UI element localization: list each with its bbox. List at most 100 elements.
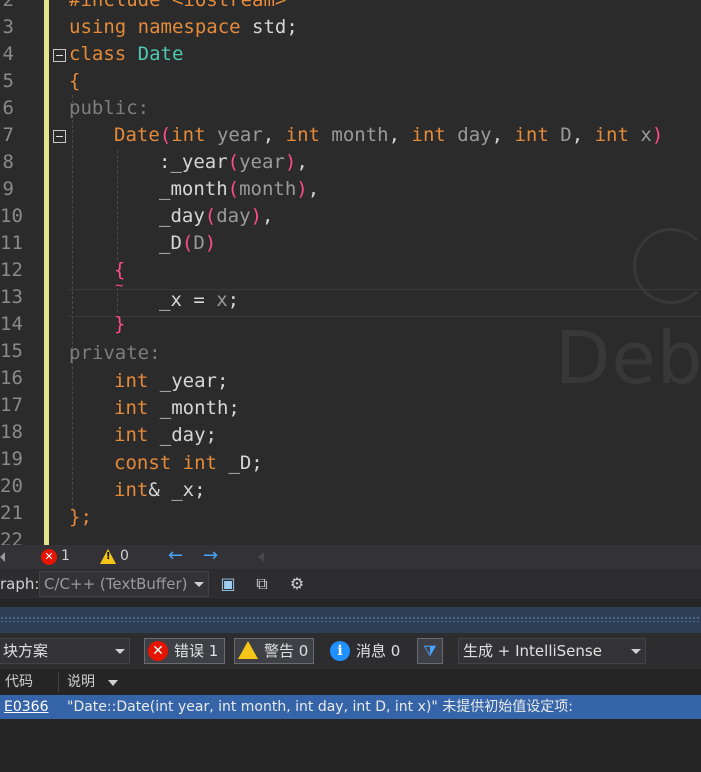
indent-guide [117,150,118,260]
keyword: using [69,16,127,38]
column-header-description[interactable]: 说明 [67,669,95,695]
line-number: 12 [0,259,23,281]
param-type: int [285,124,320,146]
line-number: 21 [0,502,23,524]
chevron-down-icon [194,582,204,587]
line-number: 3 [2,16,14,38]
messages-filter-button[interactable]: i 消息 0 [326,638,406,664]
error-squiggle: ~ [115,278,124,294]
line-number: 15 [0,340,23,362]
build-filter-value: 生成 + IntelliSense [463,642,602,660]
graph-provider-dropdown[interactable]: C/C++ (TextBuffer) [39,571,209,597]
param-name: day [445,124,492,146]
line-number: 18 [0,421,23,443]
member-name: _day; [148,424,217,446]
param-name: year [205,124,263,146]
fold-toggle-icon[interactable] [53,130,66,143]
error-icon[interactable]: ✕ [41,549,57,565]
sort-chevron-down-icon[interactable] [108,680,118,686]
code-line-18: int _day; [114,422,217,449]
line-number: 2 [2,0,14,11]
warning-icon [238,641,258,659]
messages-filter-label: 消息 0 [356,642,401,660]
line-number: 5 [2,70,14,92]
panel-divider[interactable] [0,599,701,607]
graph-label: raph: [0,575,40,593]
navigate-forward-icon[interactable]: → [203,545,218,566]
navigate-back-icon[interactable]: ← [168,545,183,566]
code-line-8: :_year(year), [159,151,308,173]
code-editor[interactable]: 2 3 4 5 6 7 8 9 10 11 12 13 14 15 16 17 … [0,0,701,545]
graph-settings-icon[interactable]: ⚙ [287,574,307,594]
watermark-text: Debi [555,316,701,400]
line-number: 11 [0,232,23,254]
code-line-17: int _month; [114,395,240,422]
param-type: int [594,124,629,146]
init-arg: month [239,178,297,200]
scope-dropdown[interactable]: 块方案 [0,638,130,664]
error-code-link[interactable]: E0366 [4,695,48,719]
init-arg: year [239,151,285,173]
member-name: :_year [159,151,228,173]
table-row[interactable]: E0366 "Date::Date(int year, int month, i… [0,695,701,719]
code-line-10: _day(day), [159,205,274,227]
type-keyword: int [182,452,217,474]
code-text: x [216,289,228,311]
code-line-19: const int _D; [114,450,263,477]
errors-filter-label: 错误 1 [174,642,219,660]
info-icon: i [330,641,350,661]
class-name: Date [137,43,184,65]
code-line-6: public: [69,97,150,119]
keyword: class [69,43,127,65]
scroll-left-arrow-icon[interactable] [258,552,264,562]
member-name: _month [159,178,228,200]
line-number: 8 [2,151,14,173]
code-line-20: int& _x; [114,477,206,504]
keyword: namespace [137,16,241,38]
function-name: Date [114,124,160,146]
change-indicator-bar [44,0,49,545]
member-name: _month; [148,397,240,419]
line-number: 20 [0,475,23,497]
init-arg: D [193,232,205,254]
errors-filter-button[interactable]: ✕ 错误 1 [144,638,225,664]
line-number: 13 [0,286,23,308]
debian-swirl-logo [633,228,701,304]
error-list-title-bar[interactable] [0,607,701,633]
graph-view-icon[interactable]: ▣ [218,574,238,594]
member-name: _D; [216,452,263,474]
clear-filter-icon[interactable]: ⧩ [417,638,443,664]
column-separator[interactable] [58,672,59,692]
warnings-filter-button[interactable]: 警告 0 [234,638,314,664]
warnings-filter-label: 警告 0 [264,642,309,660]
scroll-left-icon[interactable] [0,552,5,562]
error-list-header: 代码 说明 [0,669,701,695]
code-line-16: int _year; [114,368,228,395]
code-line-2: #include <iostream> [69,0,287,11]
scope-value: 块方案 [3,642,49,660]
type-keyword: int [114,370,149,392]
graph-provider-value: C/C++ (TextBuffer) [44,575,188,593]
line-number: 4 [2,43,14,65]
line-number: 17 [0,394,23,416]
warning-count: 0 [120,548,129,564]
code-line-9: _month(month), [159,178,320,200]
member-name: _year; [148,370,229,392]
code-text: _x = [159,289,217,311]
graph-toolbar: raph: C/C++ (TextBuffer) ▣ ⧉ ⚙ [0,569,701,599]
error-count: 1 [61,548,70,564]
line-number: 19 [0,448,23,470]
build-filter-dropdown[interactable]: 生成 + IntelliSense [458,638,646,664]
line-number: 16 [0,367,23,389]
code-line-5: { [69,70,81,92]
member-name: _D [159,232,182,254]
error-description: "Date::Date(int year, int month, int day… [67,699,573,715]
drag-grip[interactable] [0,616,701,622]
graph-copy-icon[interactable]: ⧉ [252,574,272,594]
fold-toggle-icon[interactable] [53,49,66,62]
warning-icon[interactable]: ! [100,549,116,564]
column-header-code[interactable]: 代码 [5,669,33,695]
line-number: 14 [0,313,23,335]
code-line-13: _x = x; [159,287,239,314]
editor-status-bar: ✕ 1 ! 0 ← → [0,545,701,569]
